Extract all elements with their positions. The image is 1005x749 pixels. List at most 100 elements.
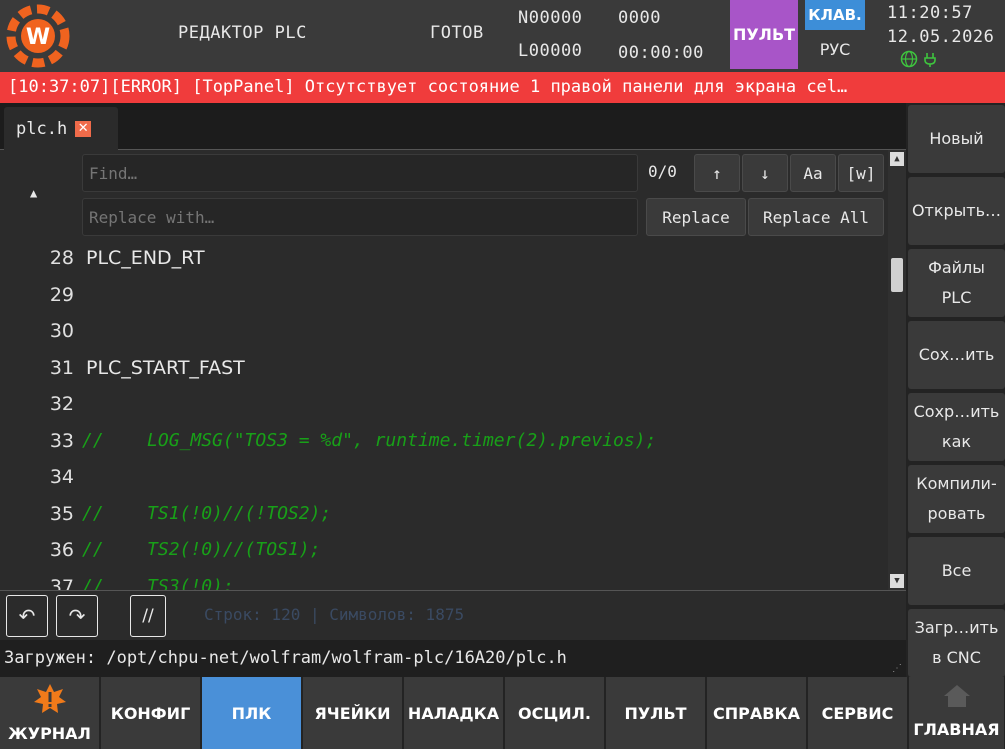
line-number: 32 xyxy=(49,393,74,415)
scroll-down-icon[interactable]: ▼ xyxy=(890,574,904,588)
bottom-navigation: ЖУРНАЛ КОНФИГ ПЛК ЯЧЕЙКИ НАЛАДКА ОСЦИЛ. … xyxy=(0,677,1005,749)
clock-date: 12.05.2026 xyxy=(887,27,995,47)
nav-service[interactable]: СЕРВИС xyxy=(808,677,908,749)
tab-label: plc.h xyxy=(16,118,68,139)
code-line: 34 xyxy=(0,459,888,496)
line-number: 34 xyxy=(49,466,74,488)
close-icon[interactable]: ✕ xyxy=(75,120,92,137)
save-button[interactable]: Сох…ить xyxy=(908,321,1005,389)
replace-all-button[interactable]: Replace All xyxy=(748,198,884,236)
line-number: 37 xyxy=(49,575,74,591)
upload-to-cnc-button[interactable]: Загр…ить в CNC xyxy=(908,609,1005,677)
nav-label: ЖУРНАЛ xyxy=(8,724,91,743)
find-input[interactable] xyxy=(82,154,638,192)
error-message-bar[interactable]: [10:37:07][ERROR] [TopPanel] Отсутствует… xyxy=(0,72,1005,103)
nav-config[interactable]: КОНФИГ xyxy=(101,677,201,749)
nav-home[interactable]: ГЛАВНАЯ xyxy=(909,677,1005,749)
line-number: 31 xyxy=(49,356,74,379)
nav-setup[interactable]: НАЛАДКА xyxy=(404,677,504,749)
logo-icon: W xyxy=(6,4,70,68)
status-bar: Загружен: /opt/chpu-net/wolfram/wolfram-… xyxy=(0,640,906,677)
nav-oscilloscope[interactable]: ОСЦИЛ. xyxy=(505,677,605,749)
redo-button[interactable]: ↷ xyxy=(56,595,98,637)
whole-word-button[interactable]: [w] xyxy=(838,154,884,192)
find-prev-button[interactable]: ↑ xyxy=(694,154,740,192)
code-editor[interactable]: ▲ 0/0 ↑ ↓ Aa [w] Replace Replace All 28 P… xyxy=(0,150,906,590)
line-comment: // TS1(!0)//(!TOS2); xyxy=(82,502,332,524)
top-header: W РЕДАКТОР PLC ГОТОВ N00000 L00000 0000 … xyxy=(0,0,1005,72)
nav-help[interactable]: СПРАВКА xyxy=(707,677,807,749)
loaded-file-path: Загружен: /opt/chpu-net/wolfram/wolfram-… xyxy=(4,648,567,668)
line-number: 33 xyxy=(49,429,74,452)
undo-button[interactable]: ↶ xyxy=(6,595,48,637)
editor-toolbar: ↶ ↷ // Строк: 120 | Символов: 1875 xyxy=(0,590,906,640)
code-line: 31 PLC_START_FAST xyxy=(0,350,888,387)
nav-pult[interactable]: ПУЛЬТ xyxy=(606,677,706,749)
elapsed-time: 00:00:00 xyxy=(618,43,704,63)
toggle-comment-button[interactable]: // xyxy=(130,595,166,637)
logo: W xyxy=(4,2,72,70)
tab-plc-h[interactable]: plc.h ✕ xyxy=(4,107,118,150)
code-line: 30 xyxy=(0,313,888,350)
document-stats: Строк: 120 | Символов: 1875 xyxy=(204,605,465,624)
scroll-thumb[interactable] xyxy=(891,258,903,292)
code-line: 28 PLC_END_RT xyxy=(0,240,888,277)
replace-input[interactable] xyxy=(82,198,638,236)
code-line: 36 // TS2(!0)//(TOS1); xyxy=(0,532,888,569)
find-match-count: 0/0 xyxy=(648,162,677,181)
nav-cells[interactable]: ЯЧЕЙКИ xyxy=(303,677,403,749)
l-number: L00000 xyxy=(518,41,583,61)
save-as-button[interactable]: Сохр…ить как xyxy=(908,393,1005,461)
vertical-scrollbar[interactable]: ▲ ▼ xyxy=(888,150,906,590)
all-button[interactable]: Все xyxy=(908,537,1005,605)
nav-journal[interactable]: ЖУРНАЛ xyxy=(0,677,100,749)
clock-time: 11:20:57 xyxy=(887,3,973,23)
line-comment: // LOG_MSG("TOS3 = %d", runtime.timer(2)… xyxy=(82,429,657,451)
resize-grip-icon[interactable]: ⋰ xyxy=(892,663,904,675)
right-action-panel: Новый Открыть… Файлы PLC Сох…ить Сохр…ит… xyxy=(906,103,1005,677)
counter: 0000 xyxy=(618,8,661,28)
line-number: 35 xyxy=(49,502,74,525)
find-next-button[interactable]: ↓ xyxy=(742,154,788,192)
line-number: 28 xyxy=(49,247,74,269)
code-line: 33 // LOG_MSG("TOS3 = %d", runtime.timer(… xyxy=(0,423,888,460)
power-plug-icon xyxy=(922,50,940,68)
alert-burst-icon xyxy=(33,683,67,721)
nav-label: ГЛАВНАЯ xyxy=(913,720,1000,739)
comment-icon: // xyxy=(142,606,154,626)
undo-icon: ↶ xyxy=(18,604,36,628)
status-icons xyxy=(900,50,940,68)
scroll-up-icon[interactable]: ▲ xyxy=(890,152,904,166)
line-comment: // TS2(!0)//(TOS1); xyxy=(82,539,321,560)
open-file-button[interactable]: Открыть… xyxy=(908,177,1005,245)
keyboard-button[interactable]: КЛАВ. xyxy=(805,0,865,30)
code-lines[interactable]: 28 PLC_END_RT 29 30 31 PLC_START_FAST 32 3… xyxy=(0,240,888,590)
collapse-find-icon[interactable]: ▲ xyxy=(30,186,37,200)
file-tab-strip: plc.h ✕ xyxy=(0,103,906,150)
line-number: 36 xyxy=(49,539,74,561)
redo-icon: ↷ xyxy=(68,604,86,628)
network-globe-icon xyxy=(900,50,918,68)
screen-title: РЕДАКТОР PLC xyxy=(178,23,307,43)
code-line: 35 // TS1(!0)//(!TOS2); xyxy=(0,496,888,533)
line-number: 29 xyxy=(49,283,74,306)
match-case-button[interactable]: Aa xyxy=(790,154,836,192)
line-comment: // TS3(!0); xyxy=(82,575,234,591)
line-text: PLC_START_FAST xyxy=(86,356,245,379)
plc-files-button[interactable]: Файлы PLC xyxy=(908,249,1005,317)
code-line: +37// TS3(!0); xyxy=(0,569,888,591)
compile-button[interactable]: Компили- ровать xyxy=(908,465,1005,533)
nav-plc[interactable]: ПЛК xyxy=(202,677,302,749)
code-line: 29 xyxy=(0,277,888,314)
line-text: PLC_END_RT xyxy=(86,247,205,269)
replace-button[interactable]: Replace xyxy=(646,198,746,236)
code-line: 32 xyxy=(0,386,888,423)
new-file-button[interactable]: Новый xyxy=(908,105,1005,173)
pult-button[interactable]: ПУЛЬТ xyxy=(730,0,798,69)
home-icon xyxy=(942,683,972,713)
n-number: N00000 xyxy=(518,8,583,28)
keyboard-language: РУС xyxy=(819,40,851,59)
line-number: 30 xyxy=(49,320,74,342)
logo-letter: W xyxy=(26,25,50,50)
machine-status: ГОТОВ xyxy=(430,23,484,43)
